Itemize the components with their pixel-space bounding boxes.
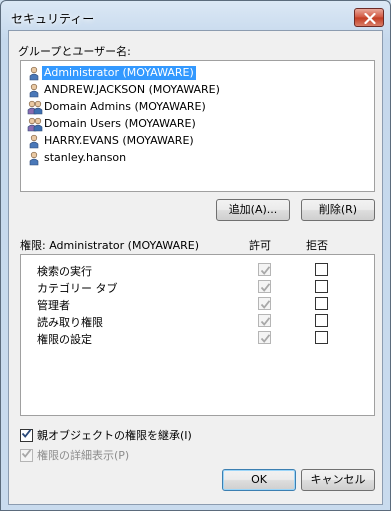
deny-checkbox[interactable] <box>315 297 328 310</box>
deny-column-header: 拒否 <box>306 239 328 252</box>
deny-checkbox[interactable] <box>315 331 328 344</box>
add-button[interactable]: 追加(A)... <box>216 199 290 221</box>
checkmark-icon <box>260 266 271 275</box>
permissions-label: 権限: Administrator (MOYAWARE) <box>20 239 199 252</box>
permission-row: カテゴリー タブ <box>21 278 374 295</box>
user-list-item[interactable]: HARRY.EVANS (MOYAWARE) <box>21 133 361 150</box>
permissions-list: 検索の実行カテゴリー タブ 管理者読み取り権限 権限の設定 <box>20 254 375 416</box>
user-list-item[interactable]: Domain Users (MOYAWARE) <box>21 116 361 133</box>
checkmark-icon <box>260 283 271 292</box>
user-list-item[interactable]: Administrator (MOYAWARE) <box>21 65 361 82</box>
advanced-checkbox-row: 権限の詳細表示(P) <box>20 447 129 463</box>
checkmark-icon <box>21 429 32 438</box>
user-name: ANDREW.JACKSON (MOYAWARE) <box>44 83 220 96</box>
deny-checkbox[interactable] <box>315 280 328 293</box>
inherit-label: 親オブジェクトの権限を継承(I) <box>37 429 192 442</box>
user-name: stanley.hanson <box>44 151 127 164</box>
allow-checkbox <box>258 314 271 327</box>
group-icon <box>27 117 43 132</box>
inherit-checkbox[interactable] <box>20 428 33 442</box>
title-bar[interactable]: セキュリティー <box>1 1 390 31</box>
permission-row: 読み取り権限 <box>21 312 374 329</box>
user-list-item[interactable]: Domain Admins (MOYAWARE) <box>21 99 361 116</box>
checkmark-icon <box>260 317 271 326</box>
inherit-checkbox-row[interactable]: 親オブジェクトの権限を継承(I) <box>20 427 192 443</box>
permission-name: 読み取り権限 <box>37 316 103 329</box>
permission-name: 検索の実行 <box>37 265 92 278</box>
permission-row: 検索の実行 <box>21 261 374 278</box>
user-name: Domain Users (MOYAWARE) <box>44 117 196 130</box>
deny-checkbox[interactable] <box>315 263 328 276</box>
user-list-item[interactable]: ANDREW.JACKSON (MOYAWARE) <box>21 82 361 99</box>
groups-label: グループとユーザー名: <box>18 45 131 58</box>
security-dialog: セキュリティー グループとユーザー名: Administrator (MOYAW… <box>0 0 391 511</box>
permission-name: 管理者 <box>37 299 70 312</box>
user-icon <box>29 83 39 98</box>
deny-checkbox[interactable] <box>315 314 328 327</box>
allow-column-header: 許可 <box>249 239 271 252</box>
user-name: Administrator (MOYAWARE) <box>42 66 196 80</box>
permission-row: 権限の設定 <box>21 329 374 346</box>
cancel-button[interactable]: キャンセル <box>301 469 375 491</box>
close-icon <box>364 13 376 24</box>
group-icon <box>27 100 43 115</box>
user-list-item[interactable]: stanley.hanson <box>21 150 361 167</box>
user-name: Domain Admins (MOYAWARE) <box>44 100 206 113</box>
user-name: HARRY.EVANS (MOYAWARE) <box>44 134 194 147</box>
allow-checkbox <box>258 297 271 310</box>
user-icon <box>29 66 39 81</box>
ok-button[interactable]: OK <box>222 469 296 491</box>
checkmark-icon <box>21 449 32 458</box>
advanced-label: 権限の詳細表示(P) <box>37 449 130 462</box>
user-icon <box>29 151 39 166</box>
close-button[interactable] <box>354 8 384 27</box>
advanced-checkbox <box>20 448 33 462</box>
dialog-body: グループとユーザー名: Administrator (MOYAWARE) ANDR… <box>8 30 383 505</box>
allow-checkbox <box>258 280 271 293</box>
window-title: セキュリティー <box>11 12 95 26</box>
user-list[interactable]: Administrator (MOYAWARE) ANDREW.JACKSON (… <box>20 60 375 192</box>
checkmark-icon <box>260 300 271 309</box>
permission-name: 権限の設定 <box>37 333 92 346</box>
checkmark-icon <box>260 334 271 343</box>
user-icon <box>29 134 39 149</box>
permission-row: 管理者 <box>21 295 374 312</box>
allow-checkbox <box>258 263 271 276</box>
remove-button[interactable]: 削除(R) <box>301 199 375 221</box>
allow-checkbox <box>258 331 271 344</box>
permission-name: カテゴリー タブ <box>37 282 118 295</box>
